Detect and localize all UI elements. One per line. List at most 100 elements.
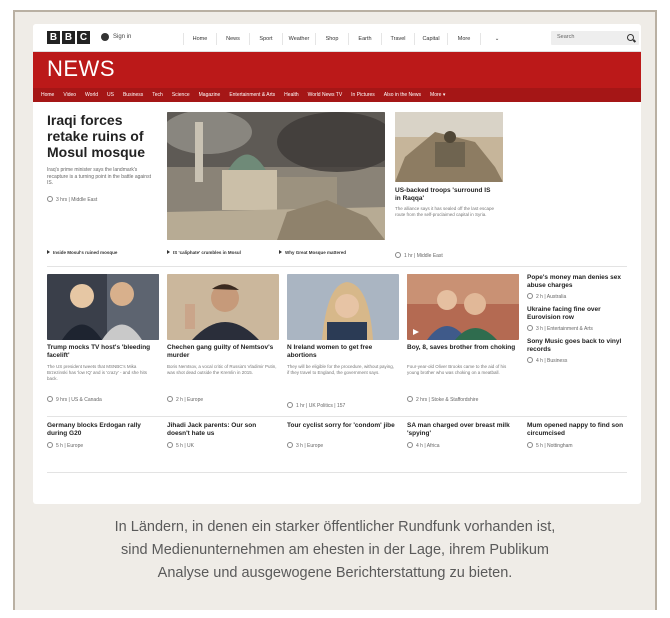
story-section[interactable]: Nottingham	[547, 443, 573, 449]
story-headline[interactable]: Germany blocks Erdogan rally during G20	[47, 422, 159, 438]
side-section[interactable]: Australia	[547, 294, 566, 300]
sign-in-label: Sign in	[113, 34, 132, 40]
story-headline[interactable]: Chechen gang guilty of Nemtsov's murder	[167, 344, 277, 360]
sign-in-link[interactable]: Sign in	[101, 33, 131, 41]
boys-image[interactable]	[407, 274, 519, 340]
caption-line: In Ländern, in denen ein starker öffentl…	[114, 519, 556, 535]
global-nav-travel[interactable]: Travel	[381, 33, 414, 45]
side-section[interactable]: Business	[547, 358, 567, 364]
bbc-top-bar: B B C Sign in Home News Sport Weather Sh…	[33, 24, 641, 52]
section-tab[interactable]: Tech	[152, 88, 163, 102]
section-tab[interactable]: Science	[172, 88, 190, 102]
story-section[interactable]: Europe	[67, 443, 83, 449]
side-headline[interactable]: Pope's money man denies sex abuse charge…	[527, 274, 631, 290]
section-tab[interactable]: More ▾	[430, 88, 445, 102]
story-meta: 4 h | Africa	[407, 442, 440, 449]
section-tab[interactable]: Entertainment & Arts	[229, 88, 275, 102]
story-time: 2 h	[176, 397, 183, 403]
search-icon[interactable]	[627, 34, 634, 41]
story-headline[interactable]: Trump mocks TV host's 'bleeding facelift…	[47, 344, 157, 360]
story-section[interactable]: Europe	[307, 443, 323, 449]
clock-icon	[395, 252, 401, 258]
section-tab[interactable]: Home	[41, 88, 54, 102]
search-box[interactable]: Search	[551, 31, 639, 45]
clock-icon	[527, 442, 533, 448]
section-tab[interactable]: Business	[123, 88, 143, 102]
side-time: 4 h	[536, 358, 543, 364]
story-meta: 1 hr | UK Politics | 157	[287, 402, 345, 409]
clock-icon	[407, 442, 413, 448]
clock-icon	[407, 396, 413, 402]
second-headline[interactable]: US-backed troops 'surround IS in Raqqa'	[395, 187, 495, 203]
clock-icon	[167, 442, 173, 448]
story-headline[interactable]: SA man charged over breast milk 'spying'	[407, 422, 519, 438]
story-headline[interactable]: Jihadi Jack parents: Our son doesn't hat…	[167, 422, 279, 438]
clock-icon	[287, 442, 293, 448]
story-time: 5 h	[56, 443, 63, 449]
section-tab[interactable]: US	[107, 88, 114, 102]
section-tab[interactable]: Health	[284, 88, 298, 102]
related-link[interactable]: Inside Mosul's ruined mosque	[47, 250, 117, 255]
global-nav-sport[interactable]: Sport	[249, 33, 282, 45]
mosque-ruins-image[interactable]	[167, 112, 385, 240]
story-summary: They will be eligible for the procedure,…	[287, 364, 395, 375]
story-section[interactable]: UK	[187, 443, 194, 449]
story-headline[interactable]: Mum opened nappy to find son circumcised	[527, 422, 631, 438]
chevron-down-icon[interactable]: ⌄	[480, 33, 513, 45]
story-time: 5 h	[176, 443, 183, 449]
story-section[interactable]: UK Politics	[309, 403, 333, 409]
user-icon	[101, 33, 109, 41]
story-summary: Four-year-old Oliver Brooks came to the …	[407, 364, 507, 375]
section-tab[interactable]: Video	[63, 88, 76, 102]
bbc-logo[interactable]: B B C	[47, 31, 90, 44]
section-tab[interactable]: In Pictures	[351, 88, 375, 102]
nemtsov-image[interactable]	[167, 274, 279, 340]
trump-image[interactable]	[47, 274, 159, 340]
ni-woman-image[interactable]	[287, 274, 399, 340]
section-divider	[47, 266, 627, 267]
global-nav-home[interactable]: Home	[183, 33, 216, 45]
comment-count[interactable]: 157	[337, 403, 345, 409]
global-nav-weather[interactable]: Weather	[282, 33, 315, 45]
bbc-logo-letter: B	[62, 31, 75, 44]
story-section[interactable]: Africa	[427, 443, 440, 449]
clock-icon	[527, 325, 533, 331]
troops-image[interactable]	[395, 112, 503, 182]
section-tab[interactable]: Magazine	[199, 88, 221, 102]
side-meta: 3 h | Entertainment & Arts	[527, 325, 593, 332]
story-headline[interactable]: Tour cyclist sorry for 'condom' jibe	[287, 422, 399, 430]
global-nav-more[interactable]: More	[447, 33, 480, 45]
global-nav-earth[interactable]: Earth	[348, 33, 381, 45]
side-section[interactable]: Entertainment & Arts	[547, 326, 593, 332]
story-meta: 2 h | Europe	[167, 396, 203, 403]
side-time: 2 h	[536, 294, 543, 300]
side-headline[interactable]: Sony Music goes back to vinyl records	[527, 338, 631, 354]
global-nav-shop[interactable]: Shop	[315, 33, 348, 45]
story-headline[interactable]: N Ireland women to get free abortions	[287, 344, 397, 360]
story-meta: 5 h | Nottingham	[527, 442, 573, 449]
second-summary: The alliance says it has sealed off the …	[395, 206, 494, 217]
side-meta: 2 h | Australia	[527, 293, 566, 300]
related-link[interactable]: IS 'caliphate' crumbles in Mosul	[167, 250, 241, 255]
global-nav-news[interactable]: News	[216, 33, 249, 45]
side-headline[interactable]: Ukraine facing fine over Eurovision row	[527, 306, 631, 322]
news-logo[interactable]: NEWS	[47, 56, 115, 82]
story-summary: The US president tweets that MSNBC's Mik…	[47, 364, 147, 381]
global-nav-capital[interactable]: Capital	[414, 33, 447, 45]
story-section[interactable]: Europe	[187, 397, 203, 403]
lead-headline[interactable]: Iraqi forces retake ruins of Mosul mosqu…	[47, 112, 157, 160]
story-section[interactable]: US & Canada	[71, 397, 102, 403]
section-tab[interactable]: World	[85, 88, 98, 102]
side-time: 3 h	[536, 326, 543, 332]
story-headline[interactable]: Boy, 8, saves brother from choking	[407, 344, 517, 352]
clock-icon	[47, 196, 53, 202]
section-tab[interactable]: Also in the News	[384, 88, 421, 102]
second-section[interactable]: Middle East	[417, 253, 443, 259]
related-link[interactable]: Why Great Mosque mattered	[279, 250, 346, 255]
second-time: 1 hr	[404, 253, 413, 259]
story-section[interactable]: Stoke & Staffordshire	[431, 397, 478, 403]
section-tab[interactable]: World News TV	[308, 88, 343, 102]
story-meta: 5 h | UK	[167, 442, 194, 449]
bbc-logo-letter: B	[47, 31, 60, 44]
lead-section[interactable]: Middle East	[71, 197, 97, 203]
